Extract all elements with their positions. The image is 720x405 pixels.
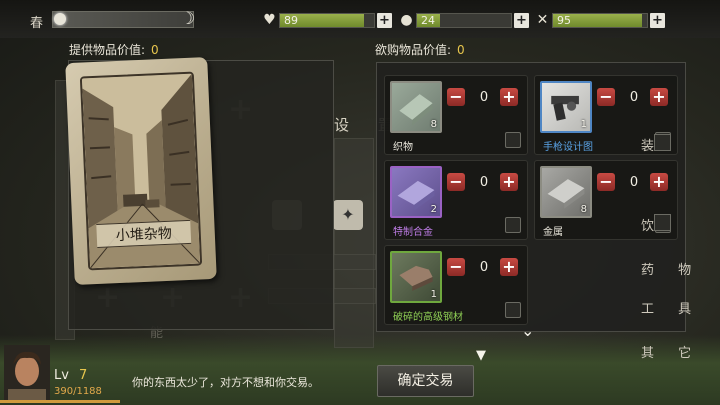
category-toggle[interactable] xyxy=(654,134,671,151)
item-name: 特制合金 xyxy=(393,227,433,238)
item-quantity: 0 xyxy=(479,175,489,190)
want-value-text: 欲购物品价值: xyxy=(375,43,452,57)
food-bar: 95 xyxy=(552,13,648,28)
card-frame: 小堆杂物 xyxy=(79,71,203,271)
category-toggle[interactable] xyxy=(654,214,671,231)
increase-button[interactable]: + xyxy=(650,88,668,106)
want-value-label: 欲购物品价值: 0 xyxy=(375,41,465,58)
player-level: Lv 7 xyxy=(54,368,87,383)
offer-value-label: 提供物品价值: 0 xyxy=(69,41,159,58)
blueprint-icon[interactable]: 1 xyxy=(540,81,592,133)
decrease-button[interactable]: − xyxy=(447,88,465,106)
hunger-value: 24 xyxy=(421,14,435,27)
card-title: 小堆杂物 xyxy=(96,219,192,248)
trade-item-slot: 8 − 0 + 织物 xyxy=(384,75,528,155)
xp-bar xyxy=(0,400,120,403)
item-name: 织物 xyxy=(393,142,413,153)
increase-button[interactable]: + xyxy=(500,88,518,106)
decrease-button[interactable]: − xyxy=(447,173,465,191)
want-value: 0 xyxy=(457,43,465,57)
decrease-button[interactable]: − xyxy=(597,88,615,106)
metal-icon[interactable]: 8 xyxy=(540,166,592,218)
item-checkbox[interactable] xyxy=(505,302,521,318)
chevron-down-icon[interactable]: ▼ xyxy=(476,348,486,363)
player-portrait xyxy=(4,345,50,403)
decrease-button[interactable]: − xyxy=(597,173,615,191)
offer-value: 0 xyxy=(151,43,159,57)
trade-message: 你的东西太少了，对方不想和你交易。 xyxy=(132,376,319,389)
status-bar: 春 ☽ ♥ 89 + ● 24 + ✕ 95 + xyxy=(0,0,720,38)
twitter-icon: ✦ xyxy=(333,200,363,230)
moon-icon: ☽ xyxy=(180,9,196,29)
cloth-icon[interactable]: 8 xyxy=(390,81,442,133)
level-label: Lv xyxy=(54,368,69,383)
food-value: 95 xyxy=(557,14,571,27)
increase-button[interactable]: + xyxy=(650,173,668,191)
increase-button[interactable]: + xyxy=(500,258,518,276)
item-name: 破碎的高级钢材 xyxy=(393,312,463,323)
item-count: 1 xyxy=(580,119,587,130)
item-count: 8 xyxy=(580,204,587,215)
player-xp: 390/1188 xyxy=(54,386,102,397)
hunger-plus-button[interactable]: + xyxy=(514,13,529,28)
category-medicine[interactable]: 药 物 xyxy=(641,259,701,278)
background-panel xyxy=(334,138,374,348)
player-avatar[interactable] xyxy=(4,345,50,403)
health-value: 89 xyxy=(284,14,298,27)
day-progress-bar xyxy=(52,11,194,28)
item-count: 1 xyxy=(430,289,437,300)
heart-icon: ♥ xyxy=(263,12,276,28)
trade-item-slot: 2 − 0 + 特制合金 xyxy=(384,160,528,240)
stomach-icon: ● xyxy=(400,12,413,28)
utensils-icon: ✕ xyxy=(536,12,549,28)
scroll-down-icon[interactable]: ⌄ xyxy=(521,321,534,340)
sun-icon xyxy=(54,13,66,25)
hunger-bar: 24 xyxy=(416,13,512,28)
item-quantity: 0 xyxy=(479,260,489,275)
item-card[interactable]: 小堆杂物 xyxy=(65,57,217,285)
item-quantity: 0 xyxy=(629,175,639,190)
item-count: 8 xyxy=(430,119,437,130)
item-checkbox[interactable] xyxy=(505,217,521,233)
food-plus-button[interactable]: + xyxy=(650,13,665,28)
health-bar: 89 xyxy=(279,13,375,28)
confirm-trade-button[interactable]: 确定交易 xyxy=(377,365,474,397)
item-count: 2 xyxy=(430,204,437,215)
want-panel: 8 − 0 + 织物 1 − 0 + 手枪设计图 2 − 0 + 特制合金 8 … xyxy=(376,62,686,340)
trade-item-slot: 1 − 0 + 破碎的高级钢材 xyxy=(384,245,528,325)
offer-value-text: 提供物品价值: xyxy=(69,43,146,57)
item-quantity: 0 xyxy=(629,90,639,105)
increase-button[interactable]: + xyxy=(500,173,518,191)
season-label: 春 xyxy=(30,16,44,31)
item-quantity: 0 xyxy=(479,90,489,105)
item-checkbox[interactable] xyxy=(505,132,521,148)
category-other[interactable]: 其 它 xyxy=(641,342,701,361)
decrease-button[interactable]: − xyxy=(447,258,465,276)
steel-icon[interactable]: 1 xyxy=(390,251,442,303)
trade-screen: + + + + 能 设 置 ✦ 春 ☽ ♥ 89 + ● 24 + xyxy=(0,0,720,405)
item-name: 金属 xyxy=(543,227,563,238)
health-plus-button[interactable]: + xyxy=(377,13,392,28)
level-value: 7 xyxy=(78,368,88,383)
item-name: 手枪设计图 xyxy=(543,142,593,153)
alloy-icon[interactable]: 2 xyxy=(390,166,442,218)
category-tools[interactable]: 工 具 xyxy=(641,298,701,317)
